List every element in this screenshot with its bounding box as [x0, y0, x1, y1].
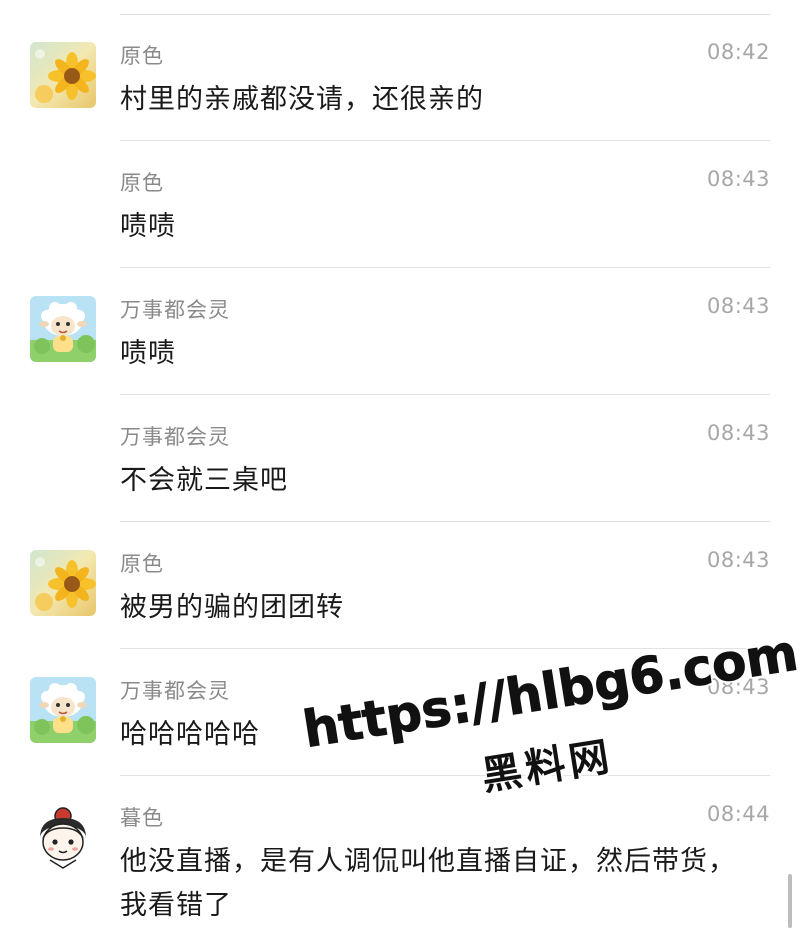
message-row[interactable]: 原色 08:42 村里的亲戚都没请，还很亲的 [0, 14, 800, 141]
sheep-avatar[interactable] [30, 296, 96, 362]
sender-name: 万事都会灵 [120, 679, 230, 703]
sender-name: 万事都会灵 [120, 298, 230, 322]
message-time: 08:43 [706, 167, 770, 191]
message-time: 08:43 [706, 675, 770, 699]
sender-name: 万事都会灵 [120, 425, 230, 449]
message-time: 08:43 [706, 548, 770, 572]
sunflower-avatar[interactable] [30, 42, 96, 108]
sheep-avatar[interactable] [30, 677, 96, 743]
message-text: 被男的骗的团团转 [120, 592, 344, 623]
message-time: 08:42 [706, 40, 770, 64]
message-row[interactable]: 万事都会灵 08:43 不会就三桌吧 [0, 395, 800, 522]
message-row[interactable]: 暮色 08:44 他没直播，是有人调侃叫他直播自证，然后带货，我看错了 [0, 776, 800, 938]
sunflower-avatar[interactable] [30, 550, 96, 616]
message-row[interactable]: 万事都会灵 08:43 哈哈哈哈哈 [0, 649, 800, 776]
sender-name: 暮色 [120, 806, 164, 830]
sender-name: 原色 [120, 44, 164, 68]
message-time: 08:43 [706, 294, 770, 318]
message-text: 啧啧 [120, 211, 176, 242]
message-time: 08:43 [706, 421, 770, 445]
message-text: 村里的亲戚都没请，还很亲的 [120, 84, 484, 115]
message-text: 哈哈哈哈哈 [120, 719, 260, 750]
message-text: 他没直播，是有人调侃叫他直播自证，然后带货，我看错了 [120, 846, 736, 921]
message-row[interactable]: 万事都会灵 08:43 啧啧 [0, 268, 800, 395]
chat-message-list[interactable]: 原色 08:42 村里的亲戚都没请，还很亲的 原色 08:43 啧啧 万事都会灵… [0, 0, 800, 938]
message-text: 啧啧 [120, 338, 176, 369]
cartoon-girl-avatar[interactable] [30, 804, 96, 870]
message-row[interactable]: 原色 08:43 啧啧 [0, 141, 800, 268]
message-text: 不会就三桌吧 [120, 465, 288, 496]
message-row[interactable]: 原色 08:43 被男的骗的团团转 [0, 522, 800, 649]
message-time: 08:44 [706, 802, 770, 826]
sender-name: 原色 [120, 171, 164, 195]
scrollbar[interactable] [788, 874, 792, 928]
sender-name: 原色 [120, 552, 164, 576]
